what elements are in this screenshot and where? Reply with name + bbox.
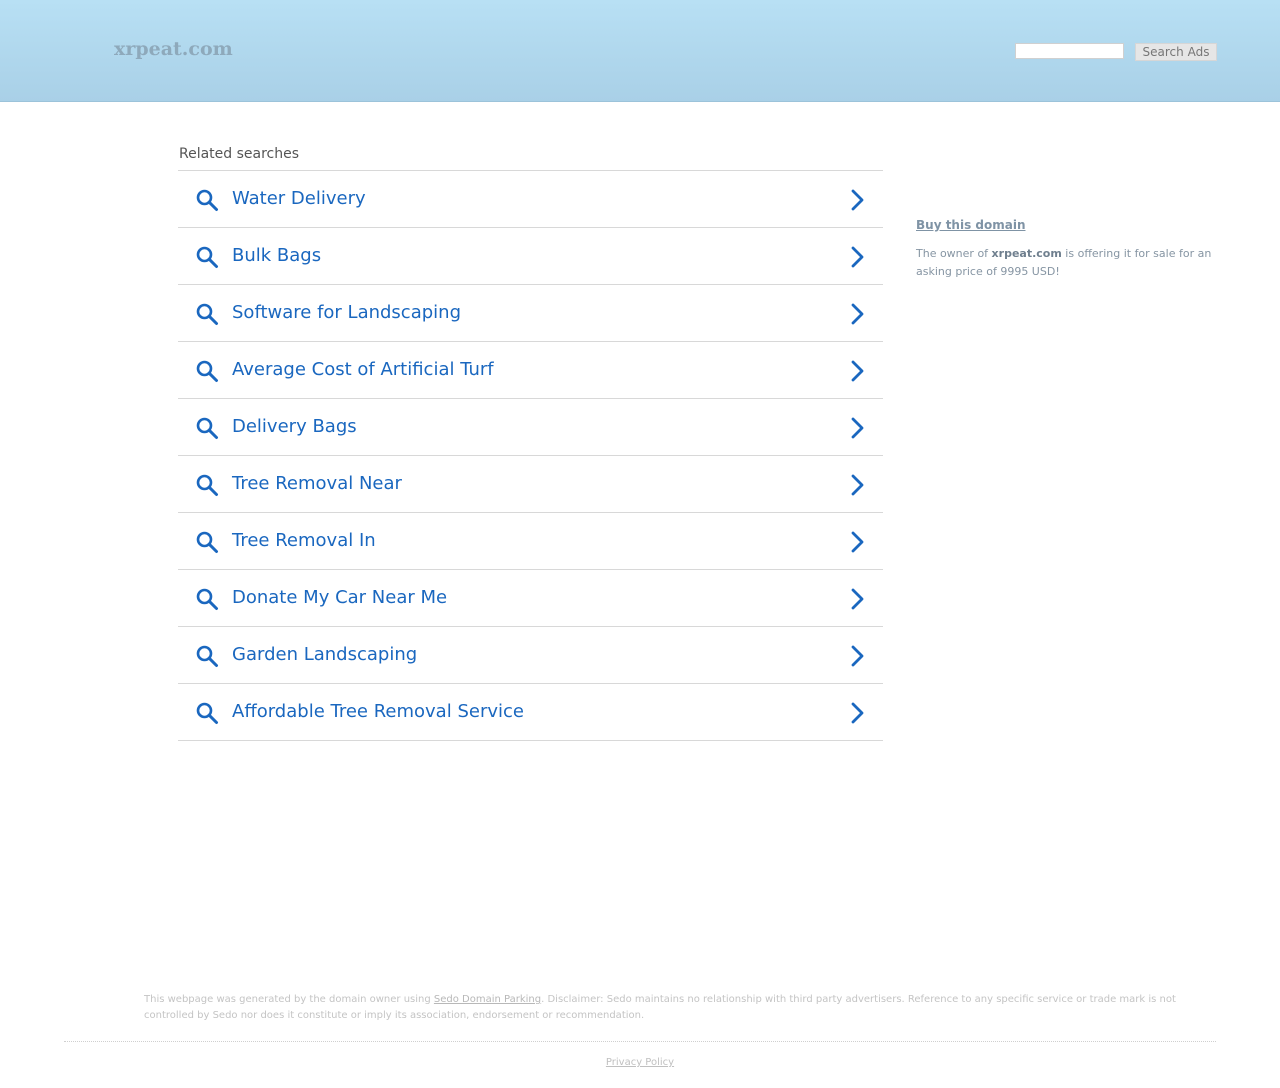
buy-domain-link[interactable]: Buy this domain bbox=[916, 218, 1026, 232]
search-icon bbox=[195, 416, 219, 440]
search-input[interactable] bbox=[1015, 43, 1124, 59]
buy-text-before: The owner of bbox=[916, 247, 992, 260]
search-icon bbox=[195, 701, 219, 725]
privacy-policy-link[interactable]: Privacy Policy bbox=[606, 1057, 674, 1068]
header-bar: xrpeat.com Search Ads bbox=[0, 0, 1280, 102]
sedo-parking-link[interactable]: Sedo Domain Parking bbox=[434, 994, 541, 1005]
disclaimer-before: This webpage was generated by the domain… bbox=[144, 994, 434, 1005]
related-search-label[interactable]: Garden Landscaping bbox=[232, 644, 417, 665]
related-searches-heading: Related searches bbox=[179, 146, 300, 162]
search-icon bbox=[195, 359, 219, 383]
chevron-right-icon bbox=[848, 417, 868, 439]
footer-divider bbox=[64, 1041, 1216, 1042]
related-search-item[interactable]: Delivery Bags bbox=[178, 399, 883, 456]
related-search-item[interactable]: Affordable Tree Removal Service bbox=[178, 684, 883, 741]
chevron-right-icon bbox=[848, 474, 868, 496]
disclaimer-text: This webpage was generated by the domain… bbox=[144, 992, 1184, 1024]
related-search-label[interactable]: Affordable Tree Removal Service bbox=[232, 701, 524, 722]
related-search-label[interactable]: Tree Removal In bbox=[232, 530, 376, 551]
chevron-right-icon bbox=[848, 531, 868, 553]
related-search-label[interactable]: Average Cost of Artificial Turf bbox=[232, 359, 494, 380]
related-search-item[interactable]: Water Delivery bbox=[178, 171, 883, 228]
chevron-right-icon bbox=[848, 702, 868, 724]
chevron-right-icon bbox=[848, 645, 868, 667]
site-logo[interactable]: xrpeat.com bbox=[114, 38, 233, 60]
related-search-item[interactable]: Tree Removal Near bbox=[178, 456, 883, 513]
search-icon bbox=[195, 302, 219, 326]
search-icon bbox=[195, 188, 219, 212]
related-search-label[interactable]: Donate My Car Near Me bbox=[232, 587, 447, 608]
related-search-item[interactable]: Garden Landscaping bbox=[178, 627, 883, 684]
buy-domain-text: The owner of xrpeat.com is offering it f… bbox=[916, 245, 1221, 281]
related-search-label[interactable]: Tree Removal Near bbox=[232, 473, 402, 494]
search-icon bbox=[195, 644, 219, 668]
chevron-right-icon bbox=[848, 588, 868, 610]
related-search-label[interactable]: Water Delivery bbox=[232, 188, 366, 209]
related-search-item[interactable]: Donate My Car Near Me bbox=[178, 570, 883, 627]
search-icon bbox=[195, 245, 219, 269]
related-search-item[interactable]: Tree Removal In bbox=[178, 513, 883, 570]
buy-text-domain: xrpeat.com bbox=[991, 247, 1062, 260]
search-ads-button[interactable]: Search Ads bbox=[1135, 43, 1217, 61]
privacy-row: Privacy Policy bbox=[0, 1057, 1280, 1068]
search-icon bbox=[195, 473, 219, 497]
related-search-item[interactable]: Average Cost of Artificial Turf bbox=[178, 342, 883, 399]
chevron-right-icon bbox=[848, 303, 868, 325]
related-search-item[interactable]: Software for Landscaping bbox=[178, 285, 883, 342]
related-search-item[interactable]: Bulk Bags bbox=[178, 228, 883, 285]
related-search-label[interactable]: Bulk Bags bbox=[232, 245, 321, 266]
chevron-right-icon bbox=[848, 189, 868, 211]
related-searches-list: Water Delivery Bulk Bags Software for Land… bbox=[178, 170, 883, 741]
search-icon bbox=[195, 587, 219, 611]
related-search-label[interactable]: Delivery Bags bbox=[232, 416, 357, 437]
search-icon bbox=[195, 530, 219, 554]
chevron-right-icon bbox=[848, 246, 868, 268]
related-search-label[interactable]: Software for Landscaping bbox=[232, 302, 461, 323]
chevron-right-icon bbox=[848, 360, 868, 382]
